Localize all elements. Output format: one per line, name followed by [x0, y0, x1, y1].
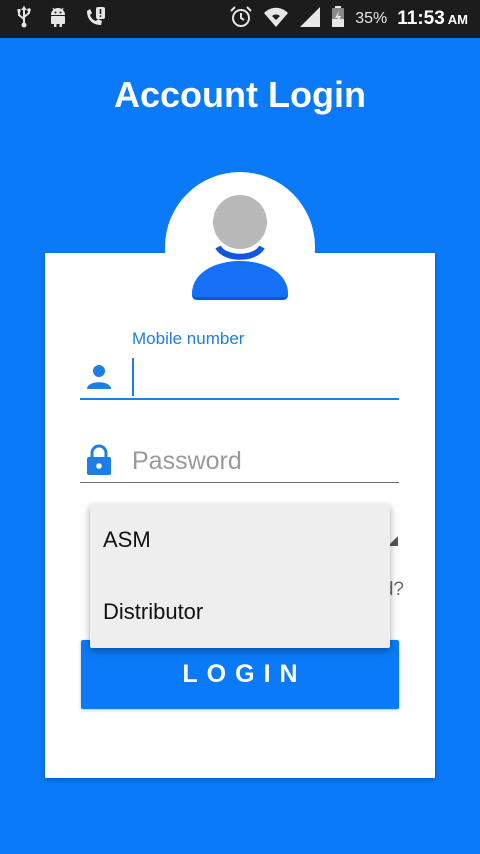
avatar: [165, 172, 315, 322]
dropdown-option-asm[interactable]: ASM: [90, 504, 390, 576]
status-bar: 35% 11:53 AM: [0, 0, 480, 38]
battery-percentage: 35%: [355, 10, 388, 27]
mobile-number-input[interactable]: [132, 358, 400, 396]
user-avatar-icon: [192, 195, 288, 300]
lock-icon: [86, 444, 112, 480]
password-underline: [80, 482, 399, 483]
signal-icon: [299, 6, 321, 32]
password-input[interactable]: [132, 442, 394, 480]
clock-time: 11:53: [397, 8, 445, 29]
missed-call-icon: [84, 6, 106, 32]
page-title: Account Login: [114, 74, 366, 115]
clock: 11:53 AM: [397, 8, 468, 30]
usb-icon: [16, 6, 32, 32]
dropdown-option-distributor[interactable]: Distributor: [90, 576, 390, 648]
user-type-dropdown-menu: ASM Distributor: [90, 504, 390, 648]
person-icon: [86, 364, 112, 394]
clock-ampm: AM: [447, 12, 468, 27]
login-button[interactable]: LOGIN: [81, 640, 399, 709]
battery-icon: [331, 6, 345, 32]
wifi-icon: [263, 6, 289, 32]
android-icon: [48, 6, 68, 32]
mobile-number-label: Mobile number: [132, 329, 245, 348]
mobile-underline: [80, 398, 399, 400]
alarm-icon: [229, 5, 253, 33]
